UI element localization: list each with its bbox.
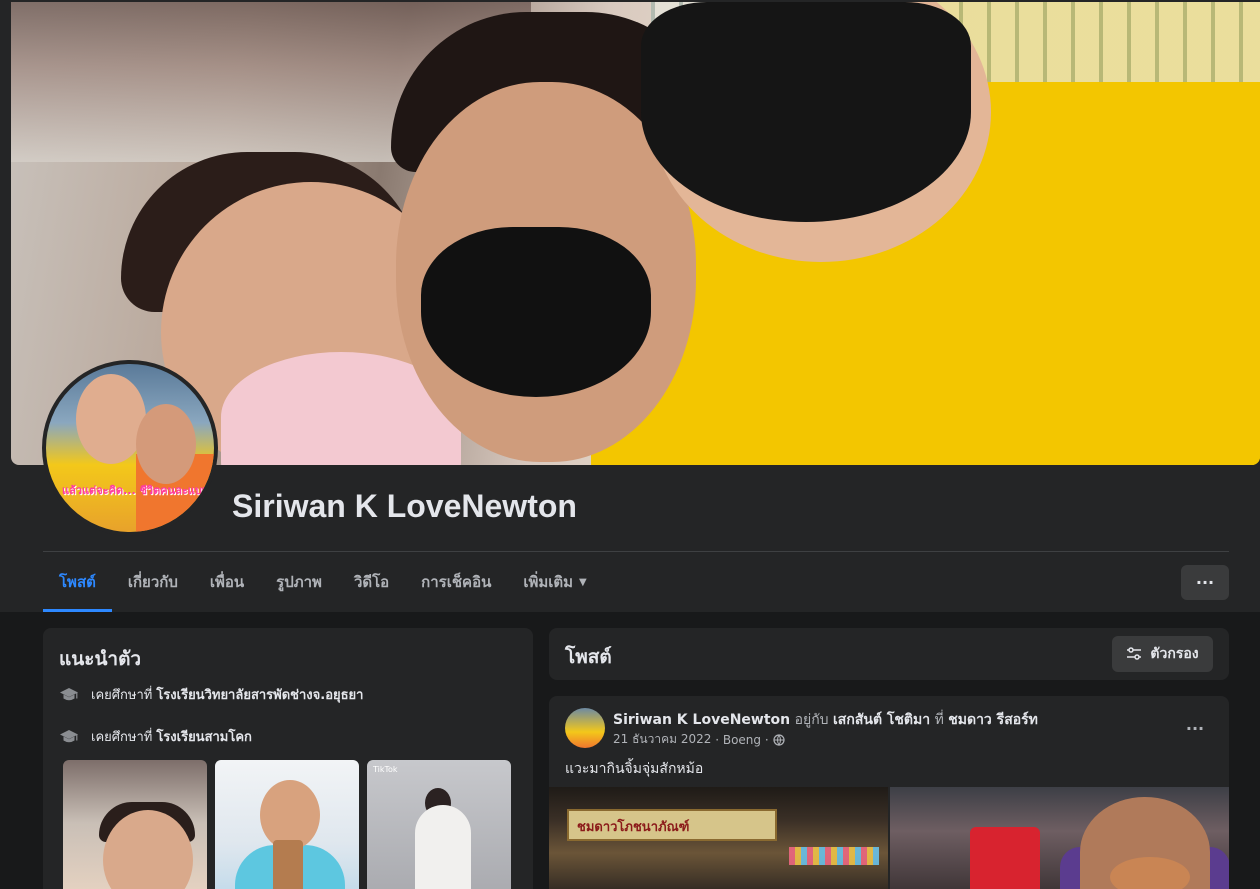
post-photos: ชมดาวโภชนาภัณฑ์ [549,787,1229,889]
tab-about[interactable]: เกี่ยวกับ [112,553,194,611]
post-at-word: ที่ [934,712,944,728]
photo-person-body [415,805,471,889]
tab-posts[interactable]: โพสต์ [43,553,112,612]
intro-card: แนะนำตัว เคยศึกษาที่ โรงเรียนวิทยาลัยสาร… [43,628,533,889]
profile-name: Siriwan K LoveNewton [232,488,577,524]
globe-icon [773,733,785,746]
posts-title: โพสต์ [565,646,612,668]
graduation-cap-icon [60,687,78,700]
post-author[interactable]: Siriwan K LoveNewton [613,712,790,728]
caret-down-icon: ▼ [579,576,587,588]
tab-videos[interactable]: วิดีโอ [338,553,405,611]
tab-checkins[interactable]: การเช็คอิน [405,553,507,611]
meta-separator: · [711,732,723,747]
post-date[interactable]: 21 ธันวาคม 2022 [613,730,711,749]
shop-sign: ชมดาวโภชนาภัณฑ์ [567,809,777,841]
filter-button[interactable]: ตัวกรอง [1112,636,1213,672]
post-with-word: อยู่กับ [794,712,829,728]
tab-friends[interactable]: เพื่อน [194,553,260,611]
intro-title: แนะนำตัว [59,648,142,670]
photo-drink-cup [273,840,303,889]
tab-photos[interactable]: รูปภาพ [260,553,338,611]
featured-photo[interactable] [63,760,207,889]
tiktok-watermark: TikTok [373,765,398,774]
post-place[interactable]: ชมดาว รีสอร์ท [948,712,1038,728]
string-lights [789,847,879,865]
post-tagged-person[interactable]: เสกสันต์ โชติมา [833,712,930,728]
filter-label: ตัวกรอง [1150,646,1199,662]
more-horizontal-icon: ··· [1195,573,1215,592]
education-school[interactable]: โรงเรียนสามโคก [156,726,252,747]
clay-pot [1110,857,1190,889]
profile-tabs: โพสต์ เกี่ยวกับ เพื่อน รูปภาพ วิดีโอ การ… [43,553,603,612]
meta-separator: · [761,732,769,747]
profile-avatar[interactable]: แล้วแต่จะคิด... ชีวิตคนละแบบ [42,360,218,536]
avatar-boy [136,404,196,484]
more-options-button[interactable]: ··· [1181,565,1229,600]
featured-photos: TikTok [63,760,511,889]
education-prefix: เคยศึกษาที่ [91,730,153,745]
post-photo[interactable]: ชมดาวโภชนาภัณฑ์ [549,787,888,889]
featured-photo[interactable] [215,760,359,889]
avatar-caption: แล้วแต่จะคิด... ชีวิตคนละแบบ [62,484,209,497]
red-chair [970,827,1040,889]
more-horizontal-icon: ··· [1185,718,1205,738]
education-prefix: เคยศึกษาที่ [91,688,153,703]
education-item: เคยศึกษาที่ โรงเรียนวิทยาลัยสารพัดช่างจ.… [59,684,363,705]
post-meta: 21 ธันวาคม 2022 · Boeng · [613,730,785,749]
post-location[interactable]: Boeng [723,733,761,747]
shop-sign-text: ชมดาวโภชนาภัณฑ์ [577,820,690,835]
post-author-avatar[interactable] [565,708,605,748]
post-header: Siriwan K LoveNewton อยู่กับ เสกสันต์ โช… [613,709,1038,731]
tab-more-label: เพิ่มเติม [523,573,574,591]
tab-more[interactable]: เพิ่มเติม ▼ [507,553,602,611]
cover-woman-mask [421,227,651,397]
post-photo[interactable] [890,787,1229,889]
education-item: เคยศึกษาที่ โรงเรียนสามโคก [59,726,252,747]
posts-header-card: โพสต์ ตัวกรอง [549,628,1229,680]
cover-man-mask [641,2,971,222]
profile-header: แล้วแต่จะคิด... ชีวิตคนละแบบ Siriwan K L… [0,0,1260,612]
filter-icon [1127,647,1142,660]
header-divider [43,551,1229,552]
graduation-cap-icon [60,729,78,742]
post-card: Siriwan K LoveNewton อยู่กับ เสกสันต์ โช… [549,696,1229,889]
featured-photo[interactable]: TikTok [367,760,511,889]
education-school[interactable]: โรงเรียนวิทยาลัยสารพัดช่างจ.อยุธยา [156,684,363,705]
post-text: แวะมากินจิ้มจุ่มสักหม้อ [565,761,704,777]
post-options-button[interactable]: ··· [1177,710,1213,746]
